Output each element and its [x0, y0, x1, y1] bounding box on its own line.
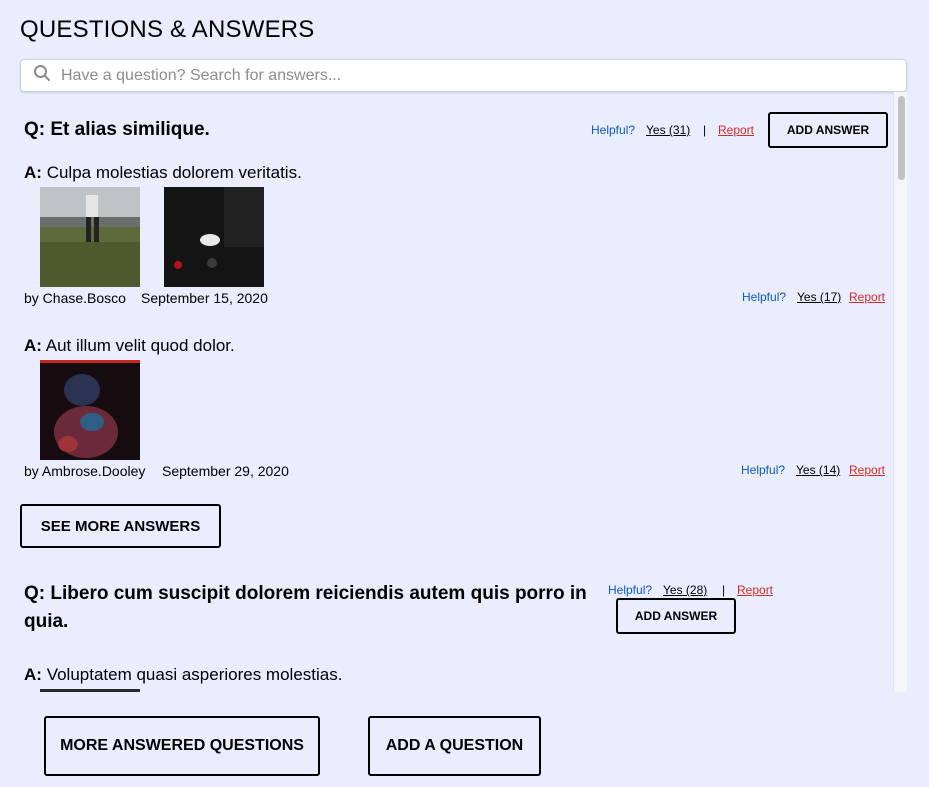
answer-prefix: A:	[24, 665, 42, 684]
scrollbar[interactable]	[893, 92, 907, 692]
answer-line: A: Culpa molestias dolorem veritatis.	[24, 163, 302, 183]
answer-helpful-label: Helpful?	[742, 290, 787, 304]
answer-prefix: A:	[24, 336, 42, 355]
question-helpful-label: Helpful?	[591, 123, 636, 137]
answer-text: Aut illum velit quod dolor.	[45, 336, 235, 355]
answer-date: September 15, 2020	[141, 290, 268, 306]
answer-text: Voluptatem quasi asperiores molestias.	[46, 665, 343, 684]
answer-line: A: Voluptatem quasi asperiores molestias…	[24, 665, 342, 685]
question-yes-link[interactable]: Yes (28)	[663, 583, 707, 597]
search-input[interactable]	[61, 66, 906, 85]
answer-line: A: Aut illum velit quod dolor.	[24, 336, 235, 356]
answer-prefix: A:	[24, 163, 42, 182]
question-text: Q: Et alias similique.	[24, 119, 210, 140]
answer-photo[interactable]	[40, 689, 140, 692]
answer-date: September 29, 2020	[162, 463, 289, 479]
answer-photo[interactable]	[40, 360, 140, 460]
questions-list[interactable]: Q: Et alias similique. Helpful? Yes (31)…	[20, 92, 907, 692]
search-bar[interactable]	[20, 59, 907, 92]
answer-report-link[interactable]: Report	[849, 290, 885, 304]
add-answer-button[interactable]: ADD ANSWER	[616, 598, 736, 634]
answer-user: by Ambrose.Dooley	[24, 463, 146, 479]
add-question-button[interactable]: ADD A QUESTION	[368, 716, 541, 776]
question-text: Q: Libero cum suscipit dolorem reiciendi…	[24, 583, 587, 632]
page-title: QUESTIONS & ANSWERS	[20, 16, 315, 43]
separator: |	[722, 583, 726, 597]
answer-user: by Chase.Bosco	[24, 290, 126, 306]
add-answer-button[interactable]: ADD ANSWER	[768, 112, 888, 148]
question-helpful-label: Helpful?	[608, 583, 653, 597]
answer-yes-link[interactable]: Yes (14)	[796, 463, 840, 477]
question-report-link[interactable]: Report	[718, 123, 754, 137]
question-report-link[interactable]: Report	[737, 583, 773, 597]
answer-report-link[interactable]: Report	[849, 463, 885, 477]
answer-text: Culpa molestias dolorem veritatis.	[46, 163, 302, 182]
answer-yes-link[interactable]: Yes (17)	[797, 290, 841, 304]
more-answered-questions-button[interactable]: MORE ANSWERED QUESTIONS	[44, 716, 320, 776]
search-icon	[21, 64, 61, 87]
see-more-answers-button[interactable]: SEE MORE ANSWERS	[20, 504, 221, 548]
answer-photo[interactable]	[164, 187, 264, 287]
separator: |	[703, 123, 707, 137]
answer-helpful-label: Helpful?	[741, 463, 786, 477]
question-yes-link[interactable]: Yes (31)	[646, 123, 690, 137]
scrollbar-thumb[interactable]	[898, 96, 905, 180]
answer-photo[interactable]	[40, 187, 140, 287]
